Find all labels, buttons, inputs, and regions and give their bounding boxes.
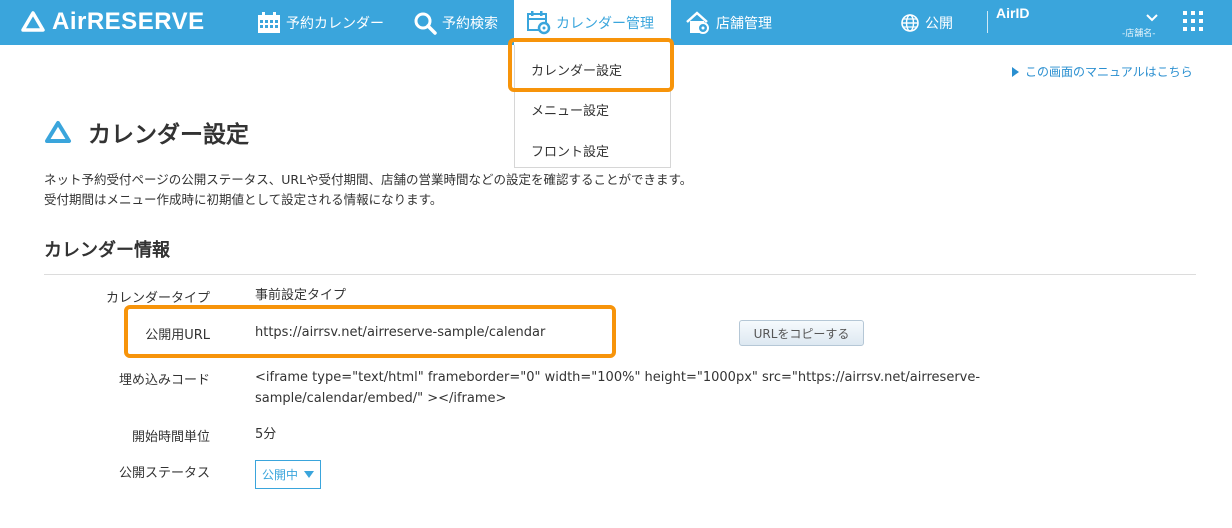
- highlight-box-public-url: [124, 305, 616, 358]
- section-title-calendar-info: カレンダー情報: [44, 240, 170, 261]
- shop-name: -店舗名-: [1122, 29, 1156, 39]
- dropdown-arrow-icon: [304, 471, 315, 478]
- manual-link[interactable]: この画面のマニュアルはこちら: [1012, 63, 1193, 80]
- embed-code-value: <iframe type="text/html" frameborder="0"…: [255, 367, 980, 409]
- app-grid-icon[interactable]: [1183, 11, 1205, 33]
- dropdown-item-front-settings[interactable]: フロント設定: [531, 141, 609, 160]
- highlight-box-calendar-settings: [508, 38, 674, 92]
- chevron-down-icon[interactable]: [1145, 8, 1159, 27]
- logo-text: AirRESERVE: [52, 8, 205, 35]
- nav-store-management[interactable]: 店舗管理: [685, 0, 772, 45]
- description-line-1: ネット予約受付ページの公開ステータス、URLや受付期間、店舗の営業時間などの設定…: [44, 172, 693, 187]
- header-divider: [987, 11, 988, 33]
- calendar-type-label: カレンダータイプ: [105, 291, 210, 306]
- publish-status-value: 公開中: [262, 468, 299, 482]
- airid-account[interactable]: AirID: [996, 5, 1029, 21]
- globe-icon: [900, 13, 920, 33]
- airreserve-logo[interactable]: AirRESERVE: [20, 8, 205, 36]
- manual-link-text: この画面のマニュアルはこちら: [1025, 65, 1193, 79]
- search-icon: [413, 11, 437, 35]
- page-title: カレンダー設定: [88, 122, 249, 148]
- page-description: ネット予約受付ページの公開ステータス、URLや受付期間、店舗の営業時間などの設定…: [44, 170, 692, 210]
- embed-code-label: 埋め込みコード: [118, 373, 210, 388]
- title-triangle-icon: [44, 120, 72, 148]
- nav-reservation-calendar[interactable]: 予約カレンダー: [257, 0, 384, 45]
- nav-reservation-search[interactable]: 予約検索: [413, 0, 498, 45]
- section-divider: [44, 274, 1196, 275]
- play-triangle-icon: [1012, 66, 1019, 77]
- start-time-unit-value: 5分: [255, 427, 277, 442]
- dropdown-item-menu-settings[interactable]: メニュー設定: [531, 100, 609, 119]
- nav-reservation-search-label: 予約検索: [442, 15, 498, 32]
- embed-code-line-1: <iframe type="text/html" frameborder="0"…: [255, 370, 981, 385]
- nav-reservation-calendar-label: 予約カレンダー: [286, 15, 384, 32]
- copy-url-button[interactable]: URLをコピーする: [739, 320, 864, 346]
- description-line-2: 受付期間はメニュー作成時に初期値として設定される情報になります。: [44, 192, 443, 207]
- embed-code-line-2: sample/calendar/embed/" ></iframe>: [255, 391, 507, 406]
- nav-publish-label: 公開: [925, 15, 953, 32]
- nav-calendar-management-label: カレンダー管理: [556, 15, 654, 32]
- store-gear-icon: [685, 10, 711, 35]
- publish-status-select[interactable]: 公開中: [255, 460, 321, 489]
- calendar-type-value: 事前設定タイプ: [255, 288, 347, 303]
- calendar-icon: [257, 11, 281, 34]
- nav-publish[interactable]: 公開: [900, 0, 953, 45]
- publish-status-label: 公開ステータス: [118, 466, 210, 481]
- start-time-unit-label: 開始時間単位: [131, 430, 210, 445]
- logo-triangle-icon: [21, 11, 45, 32]
- calendar-gear-icon: [527, 10, 551, 35]
- nav-store-management-label: 店舗管理: [716, 15, 772, 32]
